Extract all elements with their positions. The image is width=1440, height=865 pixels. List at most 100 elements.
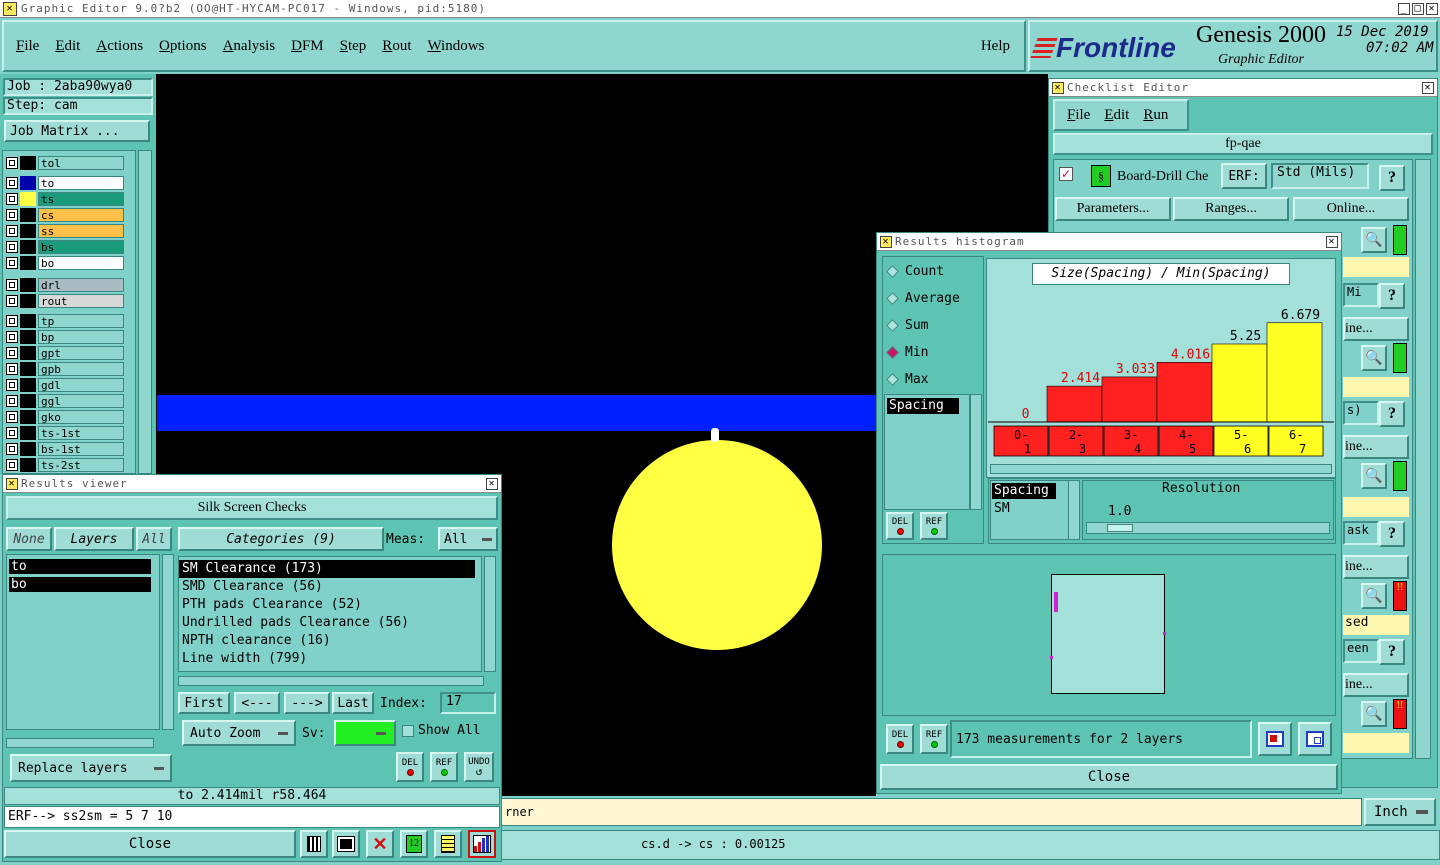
layer-color-swatch[interactable] [20,442,36,456]
menu-rout[interactable]: Rout [382,38,411,55]
menu-actions[interactable]: Actions [96,38,143,55]
layer-color-swatch[interactable] [20,346,36,360]
close-icon[interactable]: ✕ [1426,2,1438,15]
histogram-bar[interactable] [1101,376,1158,423]
category-item[interactable]: Undrilled pads Clearance (56) [179,614,481,632]
online-button[interactable]: Online... [1293,197,1409,221]
layer-color-swatch[interactable] [20,410,36,424]
histogram-bar[interactable] [1046,385,1103,423]
selected-list-scrollbar[interactable] [1068,480,1080,540]
prev-button[interactable]: <--- [234,692,280,714]
selected-list-item-spacing[interactable]: Spacing [992,483,1056,499]
replace-layers-dropdown[interactable]: Replace layers [10,754,172,782]
layer-results-scrollbar[interactable] [162,554,174,730]
minimize-icon[interactable]: _ [1398,2,1410,15]
radio-sum[interactable]: Sum [886,318,928,333]
layer-checkbox[interactable] [6,257,18,269]
layer-row-ts-1st[interactable]: ts-1st [6,426,124,440]
layer-checkbox[interactable] [6,395,18,407]
layer-checkbox[interactable] [6,443,18,455]
layer-checkbox[interactable] [6,157,18,169]
online-button-2[interactable]: ine... [1343,317,1409,341]
preview-ref-button[interactable]: REF [920,724,948,754]
results-close-button[interactable]: Close [4,830,296,858]
sv-color-dropdown[interactable] [334,720,396,746]
layer-row-gdl[interactable]: gdl [6,378,124,392]
layer-color-swatch[interactable] [20,458,36,472]
zoom-button-3[interactable]: 🔍 [1361,463,1387,489]
layer-checkbox[interactable] [6,225,18,237]
layer-checkbox[interactable] [6,177,18,189]
last-button[interactable]: Last [332,692,374,714]
layer-color-swatch[interactable] [20,330,36,344]
help-button-5[interactable]: ? [1379,639,1405,665]
zoom-button-1[interactable]: 🔍 [1361,227,1387,253]
measure-list-item[interactable]: Spacing [887,398,959,414]
menu-edit[interactable]: Edit [55,38,80,55]
histogram-ref-button[interactable]: REF [920,512,948,540]
selected-list-item-sm[interactable]: SM [994,501,1010,516]
menu-dfm[interactable]: DFM [291,38,324,55]
layer-row-tp[interactable]: tp [6,314,124,328]
histogram-bar[interactable] [1266,322,1323,423]
category-item[interactable]: Line width (799) [179,650,481,668]
layer-row-ts[interactable]: ts [6,192,124,206]
menu-analysis[interactable]: Analysis [223,38,276,55]
radio-count[interactable]: Count [886,264,944,279]
layer-color-swatch[interactable] [20,362,36,376]
resolution-slider-thumb[interactable] [1107,524,1133,532]
layer-color-swatch[interactable] [20,240,36,254]
histogram-close-button[interactable]: Close [880,764,1338,790]
layer-row-cs[interactable]: cs [6,208,124,222]
categories-hscrollbar[interactable] [178,676,484,686]
checklist-menu-file[interactable]: File [1067,107,1090,124]
result-layer-bo[interactable]: bo [9,577,151,592]
layer-checkbox[interactable] [6,315,18,327]
parameters-button[interactable]: Parameters... [1055,197,1171,221]
layer-color-swatch[interactable] [20,192,36,206]
layer-list-scrollbar[interactable] [138,150,152,474]
layer-color-swatch[interactable] [20,224,36,238]
tool-compare-icon[interactable]: 12 [400,830,428,858]
zoom-button-4[interactable]: 🔍 [1361,583,1387,609]
menu-windows[interactable]: Windows [427,38,484,55]
show-all-checkbox[interactable] [402,725,414,737]
results-undo-button[interactable]: UNDO ↺ [464,752,494,782]
zoom-button-5[interactable]: 🔍 [1361,701,1387,727]
histogram-bar[interactable] [1156,362,1213,423]
histogram-bar[interactable] [1211,343,1268,423]
radio-max[interactable]: Max [886,372,928,387]
category-item[interactable]: PTH pads Clearance (52) [179,596,481,614]
layer-checkbox[interactable] [6,459,18,471]
erf-button[interactable]: ERF: [1221,163,1267,189]
layer-row-ss[interactable]: ss [6,224,124,238]
units-dropdown[interactable]: Inch [1364,798,1436,826]
checklist-close-icon[interactable]: ✕ [1422,81,1434,94]
checklist-menu-edit[interactable]: Edit [1104,107,1129,124]
help-button-3[interactable]: ? [1379,401,1405,427]
layer-checkbox[interactable] [6,295,18,307]
layer-color-swatch[interactable] [20,208,36,222]
layer-results-hscrollbar[interactable] [6,738,154,748]
app-icon[interactable]: ✕ [3,1,17,16]
layer-row-ts-2st[interactable]: ts-2st [6,458,124,472]
window-icon[interactable]: ✕ [880,235,892,248]
layer-row-bo[interactable]: bo [6,256,124,270]
help-button-4[interactable]: ? [1379,521,1405,547]
first-button[interactable]: First [178,692,230,714]
results-viewer-close-icon[interactable]: ✕ [486,477,498,490]
layer-row-gpb[interactable]: gpb [6,362,124,376]
layer-checkbox[interactable] [6,411,18,423]
layer-color-swatch[interactable] [20,156,36,170]
layer-checkbox[interactable] [6,209,18,221]
chart-hscrollbar[interactable] [990,464,1332,474]
histogram-close-icon[interactable]: ✕ [1326,235,1338,248]
layer-row-rout[interactable]: rout [6,294,124,308]
categories-scrollbar[interactable] [484,556,496,672]
layer-color-swatch[interactable] [20,256,36,270]
result-layer-to[interactable]: to [9,559,151,574]
layer-color-swatch[interactable] [20,314,36,328]
online-button-5[interactable]: ine... [1343,673,1409,697]
checklist-scrollbar[interactable] [1415,159,1431,759]
layer-checkbox[interactable] [6,379,18,391]
